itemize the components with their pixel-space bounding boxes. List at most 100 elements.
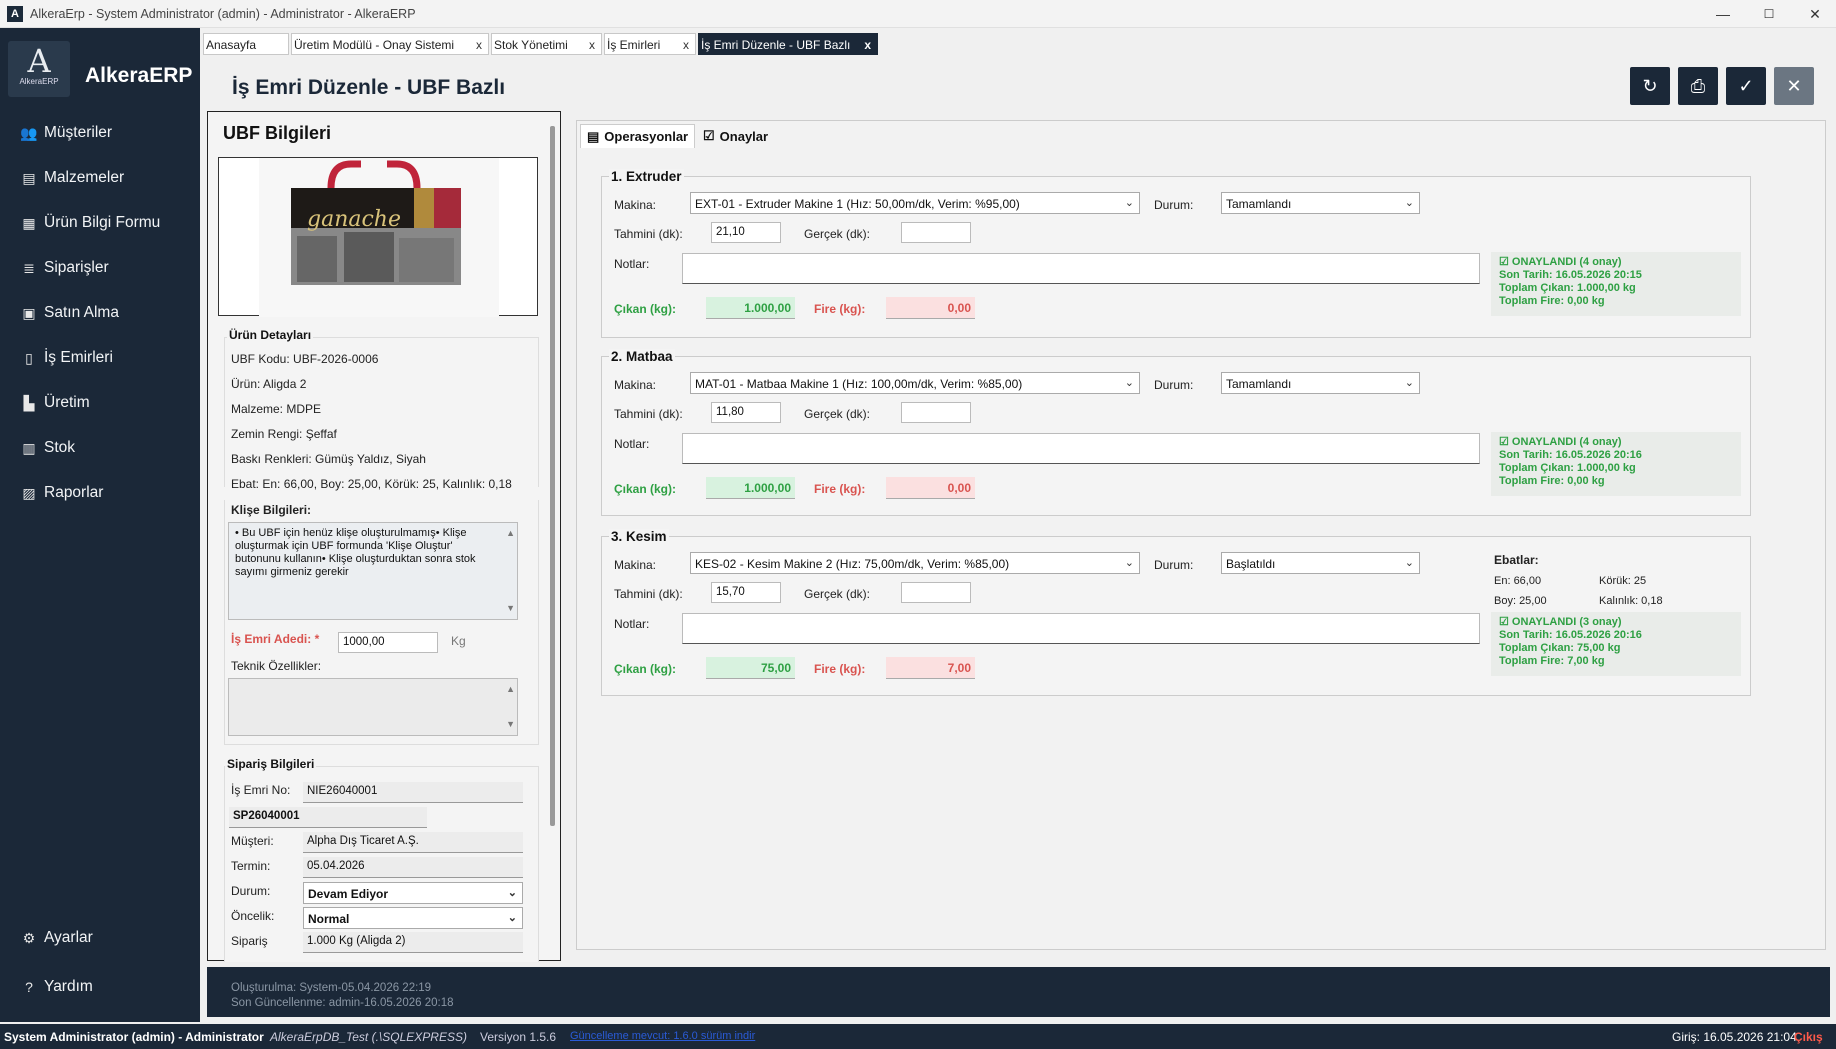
close-tab-icon[interactable]: x bbox=[864, 38, 871, 54]
makina-dropdown[interactable]: MAT-01 - Matbaa Makine 1 (Hız: 100,00m/d… bbox=[690, 372, 1140, 394]
ubf-kodu: UBF Kodu: UBF-2026-0006 bbox=[231, 352, 379, 366]
logo: A AlkeraERP bbox=[8, 41, 70, 97]
sidebar-item-satin-alma[interactable]: ▣ Satın Alma bbox=[20, 302, 119, 324]
close-icon: ✕ bbox=[1786, 76, 1802, 96]
refresh-button[interactable]: ↻ bbox=[1630, 67, 1670, 105]
termin-field: 05.04.2026 bbox=[303, 857, 523, 878]
makina-label: Makina: bbox=[614, 558, 657, 572]
sidebar-item-ayarlar[interactable]: ⚙ Ayarlar bbox=[20, 927, 93, 949]
sidebar-item-stok[interactable]: ▥ Stok bbox=[20, 437, 75, 459]
scroll-down-icon[interactable]: ▼ bbox=[506, 602, 515, 615]
minimize-button[interactable]: — bbox=[1700, 0, 1746, 28]
makina-dropdown[interactable]: EXT-01 - Extruder Makine 1 (Hız: 50,00m/… bbox=[690, 192, 1140, 214]
gercek-input[interactable] bbox=[901, 582, 971, 603]
ebatlar-title: Ebatlar: bbox=[1494, 553, 1539, 567]
fire-value[interactable]: 0,00 bbox=[886, 297, 975, 319]
tab-is-emirleri[interactable]: İş Emirleri x bbox=[604, 33, 696, 55]
sidebar-item-siparisler[interactable]: ≣ Siparişler bbox=[20, 257, 108, 279]
maximize-button[interactable]: ☐ bbox=[1746, 0, 1792, 28]
ubf-panel-scrollbar[interactable] bbox=[550, 126, 555, 826]
siparis-title: Sipariş Bilgileri bbox=[225, 757, 317, 771]
qty-input[interactable]: 1000,00 bbox=[338, 632, 438, 653]
sidebar-item-yardim[interactable]: ? Yardım bbox=[20, 976, 93, 998]
approval-box: ☑ ONAYLANDI (4 onay) Son Tarih: 16.05.202… bbox=[1491, 252, 1741, 316]
gercek-input[interactable] bbox=[901, 222, 971, 243]
cikan-value[interactable]: 75,00 bbox=[706, 657, 795, 679]
is-emri-no-field: NIE26040001 bbox=[303, 782, 523, 803]
makina-label: Makina: bbox=[614, 378, 657, 392]
teknik-textarea[interactable]: ▲ ▼ bbox=[228, 678, 518, 736]
refresh-icon: ↻ bbox=[1642, 76, 1658, 96]
gercek-input[interactable] bbox=[901, 402, 971, 423]
oncelik-dropdown[interactable]: Normal ⌄ bbox=[303, 907, 523, 929]
sidebar-item-urun-bilgi-formu[interactable]: ▦ Ürün Bilgi Formu bbox=[20, 212, 160, 234]
notlar-label: Notlar: bbox=[614, 437, 650, 451]
durum-dropdown[interactable]: Başlatıldı ⌄ bbox=[1221, 552, 1420, 574]
teknik-label: Teknik Özellikler: bbox=[231, 659, 322, 673]
tab-anasayfa[interactable]: Anasayfa bbox=[203, 33, 289, 55]
gercek-label: Gerçek (dk): bbox=[804, 407, 871, 421]
gercek-label: Gerçek (dk): bbox=[804, 587, 871, 601]
save-button[interactable]: ✓ bbox=[1726, 67, 1766, 105]
makina-label: Makina: bbox=[614, 198, 657, 212]
tab-operasyonlar[interactable]: ▤ Operasyonlar bbox=[580, 124, 696, 148]
tahmini-input[interactable]: 11,80 bbox=[711, 402, 781, 423]
fire-value[interactable]: 0,00 bbox=[886, 477, 975, 499]
durum-dropdown[interactable]: Tamamlandı ⌄ bbox=[1221, 372, 1420, 394]
update-link[interactable]: Güncelleme mevcut: 1.6.0 sürüm indir bbox=[570, 1030, 755, 1042]
urun-detaylari-title: Ürün Detayları bbox=[227, 328, 314, 342]
ubf-header: UBF Bilgileri bbox=[223, 123, 332, 143]
notlar-input[interactable] bbox=[682, 253, 1480, 284]
sidebar-item-uretim[interactable]: ▙ Üretim bbox=[20, 392, 90, 414]
notlar-input[interactable] bbox=[682, 613, 1480, 644]
sidebar-item-raporlar[interactable]: ▨ Raporlar bbox=[20, 482, 103, 504]
sidebar-item-musteriler[interactable]: 👥 Müşteriler bbox=[20, 122, 112, 144]
makina-dropdown[interactable]: KES-02 - Kesim Makine 2 (Hız: 75,00m/dk,… bbox=[690, 552, 1140, 574]
malzeme: Malzeme: MDPE bbox=[231, 402, 322, 416]
sidebar-item-is-emirleri[interactable]: ▯ İş Emirleri bbox=[20, 347, 113, 369]
logout-link[interactable]: Çıkış bbox=[1794, 1030, 1823, 1044]
product-image: ganache bbox=[218, 157, 538, 317]
ebat: Ebat: En: 66,00, Boy: 25,00, Körük: 25, … bbox=[231, 477, 512, 491]
tab-uretim-modulu[interactable]: Üretim Modülü - Onay Sistemi x bbox=[291, 33, 489, 55]
notlar-label: Notlar: bbox=[614, 257, 650, 271]
scroll-down-icon[interactable]: ▼ bbox=[506, 718, 515, 731]
sidebar-item-malzemeler[interactable]: ▤ Malzemeler bbox=[20, 167, 124, 189]
chevron-down-icon: ⌄ bbox=[507, 887, 517, 899]
tab-is-emri-duzenle[interactable]: İş Emri Düzenle - UBF Bazlı x bbox=[698, 33, 878, 55]
close-tab-icon[interactable]: x bbox=[589, 38, 595, 54]
tab-stok-yonetimi[interactable]: Stok Yönetimi x bbox=[491, 33, 602, 55]
checkbox-icon: ☑ bbox=[703, 128, 715, 143]
close-window-button[interactable]: ✕ bbox=[1792, 0, 1836, 28]
tahmini-input[interactable]: 15,70 bbox=[711, 582, 781, 603]
durum-label: Durum: bbox=[1154, 378, 1194, 392]
siparis-no-field: SP26040001 bbox=[229, 807, 427, 828]
siparis-durum-dropdown[interactable]: Devam Ediyor ⌄ bbox=[303, 882, 523, 904]
print-button[interactable]: ⎙ bbox=[1678, 67, 1718, 105]
updated-info: Son Güncellenme: admin-16.05.2026 20:18 bbox=[231, 997, 454, 1009]
cikan-value[interactable]: 1.000,00 bbox=[706, 297, 795, 319]
qty-unit: Kg bbox=[451, 634, 466, 648]
close-form-button[interactable]: ✕ bbox=[1774, 67, 1814, 105]
scroll-up-icon[interactable]: ▲ bbox=[506, 683, 515, 696]
title-bar: A AlkeraErp - System Administrator (admi… bbox=[0, 0, 1836, 28]
durum-dropdown[interactable]: Tamamlandı ⌄ bbox=[1221, 192, 1420, 214]
klise-info-textarea[interactable]: • Bu UBF için henüz klişe oluşturulmamış… bbox=[228, 522, 518, 620]
ebat-kalinlik: Kalınlık: 0,18 bbox=[1599, 595, 1663, 607]
help-icon: ? bbox=[25, 979, 33, 995]
tahmini-input[interactable]: 21,10 bbox=[711, 222, 781, 243]
cikan-label: Çıkan (kg): bbox=[614, 482, 677, 496]
tahmini-label: Tahmini (dk): bbox=[614, 587, 683, 601]
qty-label: İş Emri Adedi: * bbox=[231, 632, 320, 646]
ebat-boy: Boy: 25,00 bbox=[1494, 595, 1547, 607]
approval-box: ☑ ONAYLANDI (3 onay) Son Tarih: 16.05.202… bbox=[1491, 612, 1741, 676]
close-tab-icon[interactable]: x bbox=[476, 38, 482, 54]
durum-label: Durum: bbox=[1154, 558, 1194, 572]
cikan-value[interactable]: 1.000,00 bbox=[706, 477, 795, 499]
close-tab-icon[interactable]: x bbox=[683, 38, 689, 54]
notlar-input[interactable] bbox=[682, 433, 1480, 464]
fire-value[interactable]: 7,00 bbox=[886, 657, 975, 679]
scroll-up-icon[interactable]: ▲ bbox=[506, 527, 515, 540]
baski-renkleri: Baskı Renkleri: Gümüş Yaldız, Siyah bbox=[231, 452, 426, 466]
tab-onaylar[interactable]: ☑ Onaylar bbox=[697, 124, 774, 148]
